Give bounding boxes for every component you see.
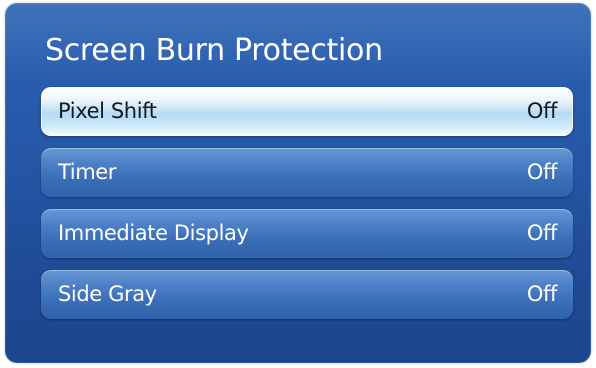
panel-title: Screen Burn Protection <box>45 33 383 68</box>
menu-item-value: Off <box>526 282 558 306</box>
menu-item-value: Off <box>526 160 558 184</box>
menu-item-timer[interactable]: Timer Off <box>41 148 573 197</box>
menu-list: Pixel Shift Off Timer Off Immediate Disp… <box>41 87 573 331</box>
menu-item-label: Immediate Display <box>58 221 249 245</box>
menu-item-value: Off <box>526 221 558 245</box>
menu-item-value: Off <box>526 99 558 123</box>
menu-item-label: Side Gray <box>58 282 157 306</box>
menu-item-pixel-shift[interactable]: Pixel Shift Off <box>41 87 573 136</box>
menu-item-label: Timer <box>58 160 117 184</box>
settings-panel: Screen Burn Protection Pixel Shift Off T… <box>5 3 591 363</box>
menu-item-side-gray[interactable]: Side Gray Off <box>41 270 573 319</box>
menu-item-label: Pixel Shift <box>58 99 157 123</box>
menu-item-immediate-display[interactable]: Immediate Display Off <box>41 209 573 258</box>
